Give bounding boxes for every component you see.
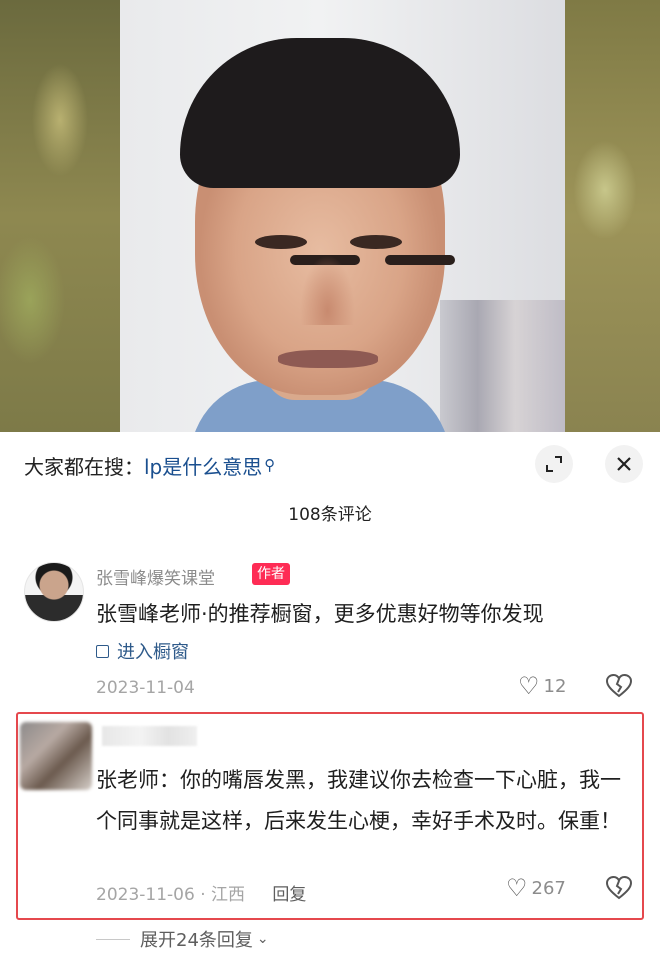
- comment-date: 2023-11-06: [96, 885, 195, 905]
- shop-bag-icon: [96, 644, 109, 658]
- avatar[interactable]: [24, 562, 84, 622]
- meta-separator: ·: [200, 885, 212, 905]
- broken-heart-icon[interactable]: [605, 875, 633, 904]
- like-count: 267: [531, 877, 566, 899]
- shop-link-label: 进入橱窗: [117, 642, 189, 663]
- search-icon[interactable]: ⚲: [264, 456, 275, 474]
- background-flowers-left: [0, 0, 120, 432]
- comment-meta: 2023-11-06 · 江西 回复: [96, 880, 306, 905]
- expand-replies-label: 展开24条回复: [140, 930, 253, 951]
- comment-username[interactable]: 张雪峰爆笑课堂: [96, 564, 215, 589]
- expand-replies-button[interactable]: 展开24条回复 ⌄: [96, 926, 269, 952]
- search-keyword[interactable]: lp是什么意思: [144, 451, 262, 480]
- like-count: 12: [543, 675, 567, 697]
- close-icon[interactable]: [605, 445, 643, 483]
- like-button[interactable]: ♡ 267: [506, 876, 566, 900]
- reply-button[interactable]: 回复: [272, 885, 306, 905]
- expand-icon[interactable]: [535, 445, 573, 483]
- chevron-down-icon: ⌄: [256, 931, 269, 947]
- broken-heart-icon[interactable]: [605, 673, 633, 702]
- shop-window-link[interactable]: 进入橱窗: [96, 638, 189, 664]
- like-button[interactable]: ♡ 12: [518, 674, 566, 698]
- comment-date: 2023-11-04: [96, 678, 195, 698]
- comment-text: 张老师：你的嘴唇发黑，我建议你去检查一下心脏，我一个同事就是这样，后来发生心梗，…: [96, 768, 621, 833]
- comment-count: 108条评论: [288, 505, 372, 525]
- author-badge: 作者: [252, 563, 290, 585]
- video-frame[interactable]: [0, 0, 660, 432]
- speaker-figure: [150, 30, 480, 432]
- comment-username-blurred[interactable]: [102, 726, 197, 746]
- divider-line: [96, 938, 130, 940]
- comment-location: 江西: [211, 885, 246, 905]
- avatar[interactable]: [20, 722, 92, 790]
- heart-icon: ♡: [518, 672, 540, 700]
- background-flowers-right: [565, 0, 660, 432]
- heart-icon: ♡: [506, 874, 528, 902]
- search-prefix: 大家都在搜：: [24, 454, 144, 479]
- search-suggestion[interactable]: 大家都在搜： lp是什么意思 ⚲: [24, 450, 275, 480]
- comment-text: 张雪峰老师·的推荐橱窗，更多优惠好物等你发现: [96, 602, 544, 626]
